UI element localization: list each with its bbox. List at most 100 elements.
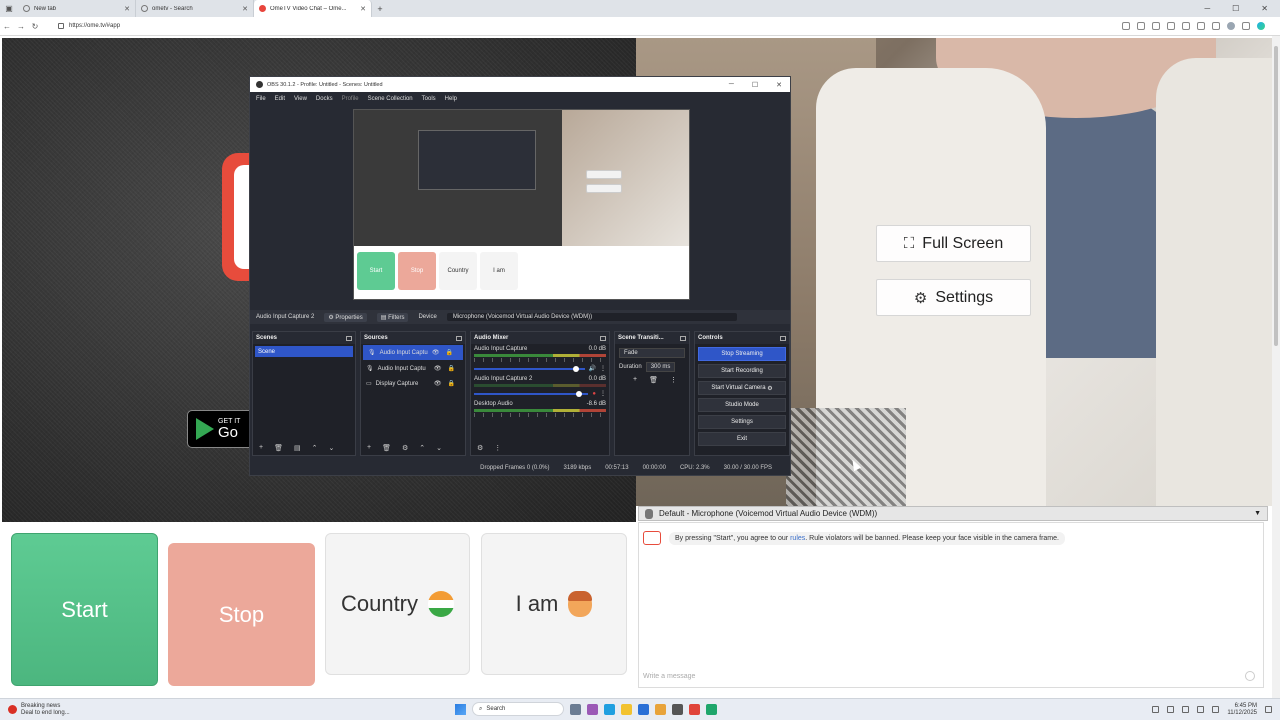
- gear-icon[interactable]: ⚙: [767, 385, 772, 392]
- more-icon[interactable]: ⋮: [600, 365, 606, 372]
- reload-icon[interactable]: ↻: [28, 22, 42, 31]
- dock-popout-icon[interactable]: [456, 335, 462, 341]
- stop-streaming-button[interactable]: Stop Streaming: [698, 347, 786, 361]
- lock-icon[interactable]: 🔒: [448, 365, 455, 372]
- file-explorer-icon[interactable]: [621, 703, 632, 715]
- more-icon[interactable]: ⋮: [600, 390, 606, 397]
- close-icon[interactable]: ✕: [360, 5, 366, 13]
- menu-tools[interactable]: Tools: [422, 96, 436, 102]
- chat-input[interactable]: Write a message: [643, 669, 1255, 683]
- transition-select[interactable]: Fade: [619, 348, 685, 358]
- chevron-up-icon[interactable]: [1152, 706, 1160, 713]
- menu-scene-collection[interactable]: Scene Collection: [368, 96, 413, 102]
- menu-icon[interactable]: [1242, 22, 1250, 30]
- device-select[interactable]: Microphone (Voicemod Virtual Audio Devic…: [446, 313, 737, 321]
- copilot-icon[interactable]: [1257, 22, 1265, 30]
- add-icon[interactable]: +: [367, 444, 371, 452]
- copilot-icon[interactable]: [587, 703, 598, 715]
- close-icon[interactable]: ✕: [124, 5, 130, 13]
- url-field[interactable]: https://ome.tv/#app: [54, 20, 1114, 33]
- dock-popout-icon[interactable]: [780, 335, 786, 341]
- country-button[interactable]: Country: [325, 533, 470, 675]
- gear-icon[interactable]: ⚙: [477, 444, 483, 452]
- close-window-icon[interactable]: ✕: [1261, 4, 1268, 13]
- speaker-icon[interactable]: 🔊: [589, 365, 596, 372]
- notifications-icon[interactable]: [1265, 706, 1272, 713]
- more-icon[interactable]: ⋮: [494, 444, 501, 452]
- back-icon[interactable]: ←: [0, 22, 14, 31]
- filter-icon[interactable]: ▤: [294, 444, 301, 452]
- duration-input[interactable]: 300 ms: [645, 362, 676, 372]
- tab-new-tab[interactable]: New tab ✕: [18, 0, 136, 17]
- forward-icon[interactable]: →: [14, 22, 28, 31]
- tab-ometv[interactable]: OmeTV Video Chat – Ome... ✕: [254, 0, 372, 17]
- obs-taskbar-icon[interactable]: [672, 703, 683, 715]
- lock-icon[interactable]: 🔒: [448, 380, 455, 387]
- menu-view[interactable]: View: [294, 96, 307, 102]
- trash-icon[interactable]: 🗑: [382, 444, 391, 452]
- extension-icon[interactable]: [1152, 22, 1160, 30]
- slider-handle[interactable]: [576, 390, 583, 397]
- wifi-icon[interactable]: [1182, 706, 1190, 713]
- add-icon[interactable]: +: [633, 376, 637, 384]
- edge-icon[interactable]: [604, 703, 615, 715]
- start-virtual-camera-button[interactable]: Start Virtual Camera ⚙: [698, 381, 786, 395]
- gender-button[interactable]: I am: [481, 533, 627, 675]
- tab-actions-icon[interactable]: ▣: [0, 0, 18, 17]
- app-icon[interactable]: [706, 703, 717, 715]
- volume-icon[interactable]: [1197, 706, 1205, 713]
- cloud-icon[interactable]: [1167, 706, 1175, 713]
- tab-search[interactable]: ometv - Search ✕: [136, 0, 254, 17]
- minimize-icon[interactable]: ─: [729, 81, 734, 89]
- profile-avatar[interactable]: [1227, 22, 1235, 30]
- start-button[interactable]: Start: [11, 533, 158, 686]
- microphone-select[interactable]: Default - Microphone (Voicemod Virtual A…: [638, 506, 1268, 521]
- eye-icon[interactable]: 👁: [434, 365, 442, 372]
- extension-icon[interactable]: [1212, 22, 1220, 30]
- mute-icon[interactable]: ●: [592, 391, 596, 397]
- obs-preview[interactable]: Start Stop Country I am: [353, 109, 690, 300]
- rules-link[interactable]: rules: [790, 535, 805, 542]
- eye-icon[interactable]: 👁: [432, 349, 440, 356]
- battery-icon[interactable]: [1212, 706, 1220, 713]
- app-icon[interactable]: [655, 703, 666, 715]
- exit-button[interactable]: Exit: [698, 432, 786, 446]
- add-icon[interactable]: +: [259, 444, 263, 452]
- favorites-icon[interactable]: [1167, 22, 1175, 30]
- lock-icon[interactable]: 🔒: [446, 349, 453, 356]
- minimize-icon[interactable]: ─: [1204, 4, 1210, 13]
- taskbar-search[interactable]: ⌕ Search: [472, 702, 564, 716]
- trash-icon[interactable]: 🗑: [649, 376, 658, 384]
- studio-mode-button[interactable]: Studio Mode: [698, 398, 786, 412]
- store-icon[interactable]: [638, 703, 649, 715]
- menu-help[interactable]: Help: [445, 96, 457, 102]
- maximize-icon[interactable]: ☐: [1232, 4, 1239, 13]
- extension-icon[interactable]: [1137, 22, 1145, 30]
- stop-button[interactable]: Stop: [168, 543, 315, 686]
- scrollbar-thumb[interactable]: [1274, 46, 1278, 346]
- source-item[interactable]: 🎙 Audio Input Captu 👁 🔒: [363, 345, 463, 360]
- windows-start-icon[interactable]: [455, 703, 466, 715]
- volume-slider[interactable]: [474, 390, 589, 397]
- close-icon[interactable]: ✕: [776, 81, 782, 89]
- move-up-icon[interactable]: ⌃: [312, 444, 318, 452]
- dock-popout-icon[interactable]: [600, 335, 606, 341]
- trash-icon[interactable]: 🗑: [274, 444, 283, 452]
- move-up-icon[interactable]: ⌃: [419, 444, 425, 452]
- news-widget[interactable]: Breaking news Deal to end long...: [0, 703, 70, 716]
- extension-icon[interactable]: [1122, 22, 1130, 30]
- source-item[interactable]: ▭ Display Capture 👁 🔒: [361, 376, 465, 391]
- page-scrollbar[interactable]: [1272, 36, 1280, 698]
- fullscreen-button[interactable]: ⛶ Full Screen: [876, 225, 1031, 262]
- slider-handle[interactable]: [572, 365, 579, 372]
- dock-popout-icon[interactable]: [680, 335, 686, 341]
- eye-icon[interactable]: 👁: [434, 380, 442, 387]
- dock-popout-icon[interactable]: [346, 335, 352, 341]
- task-view-icon[interactable]: [570, 703, 581, 715]
- more-icon[interactable]: ⋮: [670, 376, 677, 384]
- source-item[interactable]: 🎙 Audio Input Captu 👁 🔒: [361, 361, 465, 376]
- menu-docks[interactable]: Docks: [316, 96, 333, 102]
- scene-item[interactable]: Scene: [255, 346, 353, 357]
- obs-settings-button[interactable]: Settings: [698, 415, 786, 429]
- extension-icon[interactable]: [1182, 22, 1190, 30]
